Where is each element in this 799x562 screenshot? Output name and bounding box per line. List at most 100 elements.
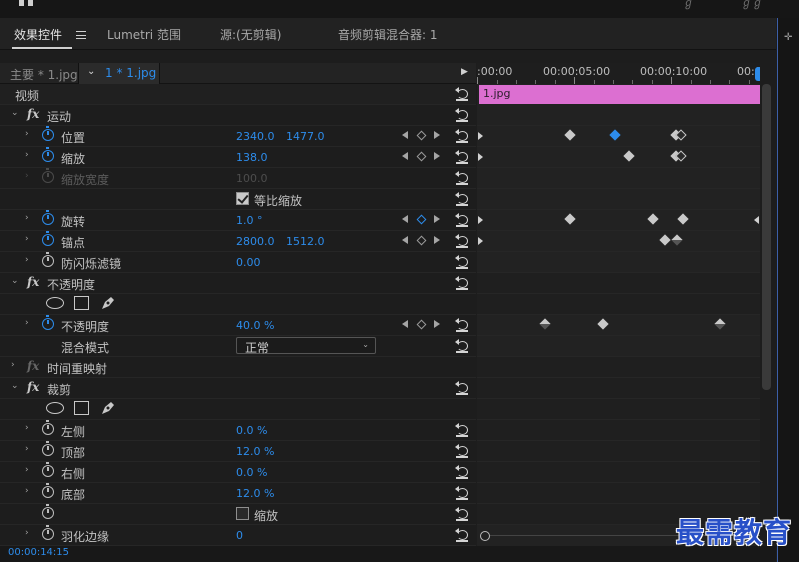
stopwatch-icon[interactable] [42,441,54,456]
expand-icon[interactable]: › [25,129,29,139]
playhead[interactable] [755,67,760,81]
position-x-value[interactable]: 2340.0 [236,130,275,143]
keyframe-left-icon[interactable] [478,237,483,245]
sequence-clip-tab[interactable]: ⌄ 1 * 1.jpg [78,63,160,84]
crop-zoom-checkbox[interactable] [236,507,249,520]
reset-icon[interactable] [455,528,469,542]
opacity-value[interactable]: 40.0 % [236,319,274,332]
crop-left-value[interactable]: 0.0 % [236,424,267,437]
anchor-y-value[interactable]: 1512.0 [286,235,325,248]
clip-bar[interactable]: 1.jpg [479,85,760,104]
add-keyframe-icon[interactable] [416,151,427,162]
fx-icon[interactable]: fx [27,275,39,289]
reset-icon[interactable] [455,465,469,479]
reset-icon[interactable] [455,171,469,185]
panel-edge-icon[interactable]: ✛ [784,32,792,43]
reset-icon[interactable] [455,276,469,290]
keyframe-left-icon[interactable] [478,132,483,140]
crop-top-value[interactable]: 12.0 % [236,445,274,458]
next-keyframe-icon[interactable] [434,320,440,328]
pen-mask-icon[interactable] [100,295,116,311]
stopwatch-icon[interactable] [42,483,54,498]
expand-icon[interactable]: › [25,255,29,265]
workspace-label[interactable]: ℊ [683,0,694,10]
stopwatch-icon[interactable] [42,210,54,225]
antiflicker-value[interactable]: 0.00 [236,256,261,269]
expand-icon[interactable]: › [25,486,29,496]
stopwatch-icon[interactable] [42,315,54,330]
keyframe[interactable] [564,213,576,225]
expand-icon[interactable]: › [25,528,29,538]
motion-section[interactable]: ⌄ fx 运动 [0,105,476,126]
vertical-scrollbar[interactable] [762,84,771,390]
expand-icon[interactable]: › [25,150,29,160]
expand-icon[interactable]: ⌄ [11,381,19,391]
keyframe[interactable] [714,318,726,330]
scale-value[interactable]: 138.0 [236,151,268,164]
add-keyframe-icon[interactable] [416,130,427,141]
rectangle-mask-icon[interactable] [74,296,89,310]
expand-icon[interactable]: › [25,465,29,475]
prev-keyframe-icon[interactable] [402,152,408,160]
chevron-down-icon[interactable]: ⌄ [87,66,95,77]
reset-icon[interactable] [455,108,469,122]
keyframe-left-icon[interactable] [478,153,483,161]
expand-icon[interactable]: ⌄ [11,276,19,286]
keyframe[interactable] [647,213,659,225]
reset-icon[interactable] [455,444,469,458]
pen-mask-icon[interactable] [100,400,116,416]
expand-icon[interactable]: › [25,213,29,223]
stopwatch-icon[interactable] [42,525,54,540]
prev-keyframe-icon[interactable] [402,236,408,244]
crop-right-value[interactable]: 0.0 % [236,466,267,479]
stopwatch-icon[interactable] [42,462,54,477]
reset-icon[interactable] [455,255,469,269]
keyframe[interactable] [671,234,683,246]
keyframe[interactable] [539,318,551,330]
anchor-x-value[interactable]: 2800.0 [236,235,275,248]
keyframe[interactable] [623,150,635,162]
blend-mode-select[interactable]: 正常 ⌄ [236,337,376,355]
workspace-label-2[interactable]: ℊℊ [741,0,763,10]
keyframe-left-icon[interactable] [478,216,483,224]
prev-keyframe-icon[interactable] [402,320,408,328]
current-timecode[interactable]: 00:00:14:15 [8,547,69,558]
tab-lumetri-scopes[interactable]: Lumetri 范围 [107,26,181,43]
stopwatch-icon[interactable] [42,147,54,162]
reset-icon[interactable] [455,423,469,437]
crop-bottom-value[interactable]: 12.0 % [236,487,274,500]
uniform-scale-checkbox[interactable] [236,192,249,205]
fx-icon[interactable]: fx [27,380,39,394]
opacity-section[interactable]: ⌄ fx 不透明度 [0,273,476,294]
reset-icon[interactable] [455,213,469,227]
stopwatch-icon[interactable] [42,504,54,519]
stopwatch-icon[interactable] [42,231,54,246]
stopwatch-icon[interactable] [42,420,54,435]
expand-icon[interactable]: › [25,234,29,244]
expand-icon[interactable]: › [11,360,15,370]
prev-keyframe-icon[interactable] [402,215,408,223]
expand-icon[interactable]: ⌄ [11,108,19,118]
panel-menu-icon[interactable] [76,31,86,39]
tab-audio-clip-mixer[interactable]: 音频剪辑混合器: 1 [338,26,438,43]
master-clip-tab[interactable]: 主要 * 1.jpg [10,66,78,83]
time-remap-section[interactable]: › fx 时间重映射 [0,357,476,378]
zoom-handle[interactable] [480,531,490,541]
reset-icon[interactable] [455,318,469,332]
rectangle-mask-icon[interactable] [74,401,89,415]
reset-icon[interactable] [455,192,469,206]
next-keyframe-icon[interactable] [434,215,440,223]
play-clip-icon[interactable]: ▶ [461,67,468,77]
keyframe[interactable] [597,318,609,330]
reset-icon[interactable] [455,381,469,395]
position-y-value[interactable]: 1477.0 [286,130,325,143]
next-keyframe-icon[interactable] [434,152,440,160]
tab-effect-controls[interactable]: 效果控件 [14,26,62,43]
rotation-value[interactable]: 1.0 ° [236,214,263,227]
reset-icon[interactable] [455,507,469,521]
keyframe[interactable] [564,129,576,141]
expand-icon[interactable]: › [25,423,29,433]
time-ruler[interactable]: :00:00 00:00:05:00 00:00:10:00 00:0 [477,63,760,84]
fx-icon[interactable]: fx [27,107,39,121]
add-keyframe-icon[interactable] [416,235,427,246]
